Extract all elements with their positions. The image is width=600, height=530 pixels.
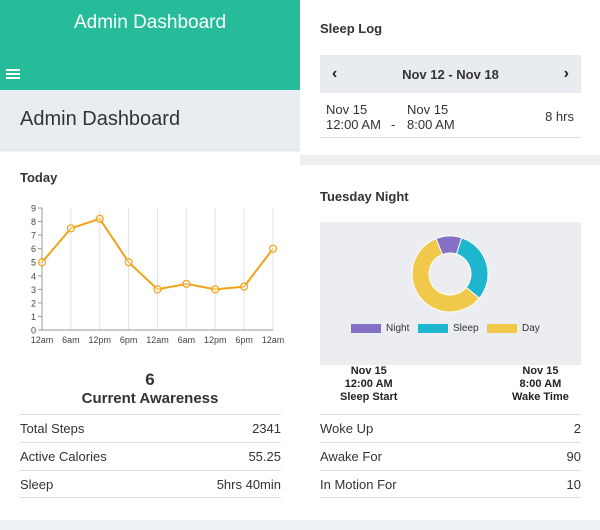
stat-label: Total Steps (20, 421, 85, 436)
awareness-label: Current Awareness (81, 390, 219, 407)
y-tick-label: 3 (31, 285, 36, 295)
legend-swatch (487, 323, 517, 333)
sleep-log-entry[interactable]: Nov 15 12:00 AM - Nov 15 8:00 AM 8 hrs (320, 96, 581, 138)
week-navigator: ‹ Nov 12 - Nov 18 › (320, 55, 581, 93)
entry-start: Nov 15 12:00 AM (326, 102, 381, 132)
stat-row-in-motion-for: In Motion For 10 (320, 470, 581, 498)
today-card: Today 0 1 2 3 4 5 6 7 8 9 12am 6am 12pm 6pm 12am 6am 12p… (0, 152, 300, 520)
x-tick-label: 12pm (88, 335, 111, 345)
y-tick-label: 6 (31, 244, 36, 254)
x-tick-label: 12pm (204, 335, 227, 345)
y-tick-label: 7 (31, 231, 36, 241)
wake-date: Nov 15 (522, 365, 559, 377)
legend-swatch (418, 323, 448, 333)
stat-label: Woke Up (320, 421, 374, 436)
x-tick-label: 6pm (235, 335, 253, 345)
y-tick-label: 5 (31, 258, 36, 268)
legend-day[interactable]: Day (487, 323, 540, 334)
today-title: Today (20, 170, 58, 185)
y-tick-label: 4 (31, 271, 36, 281)
data-point (37, 258, 47, 267)
awareness-value: 6 (145, 370, 155, 389)
menu-icon[interactable] (6, 69, 20, 80)
y-tick-label: 9 (31, 204, 36, 214)
tuesday-title: Tuesday Night (320, 189, 409, 204)
data-point (153, 285, 162, 294)
stat-value: 90 (566, 449, 581, 464)
stat-row-active-calories: Active Calories 55.25 (20, 442, 281, 470)
data-point (182, 279, 191, 289)
x-tick-label: 12am (262, 335, 285, 345)
sleep-donut-panel: Night Sleep Day (320, 222, 581, 365)
stat-value: 2341 (252, 421, 281, 436)
week-range: Nov 12 - Nov 18 (402, 67, 499, 82)
y-tick-label: 8 (31, 217, 36, 227)
x-tick-label: 12am (31, 335, 54, 345)
y-tick-label: 1 (31, 312, 36, 322)
legend-sleep[interactable]: Sleep (418, 323, 479, 334)
donut-slice-sleep[interactable] (455, 237, 489, 299)
entry-start-time: 12:00 AM (326, 117, 381, 132)
y-tick-label: 0 (31, 326, 36, 336)
sleep-log-title: Sleep Log (320, 21, 383, 36)
awareness-line-chart: 0 1 2 3 4 5 6 7 8 9 12am 6am 12pm 6pm 12am 6am 12pm 6pm 12… (31, 204, 285, 346)
data-point (268, 244, 278, 253)
stat-label: Awake For (320, 449, 382, 464)
x-tick-label: 6am (178, 335, 196, 345)
stat-value: 2 (573, 421, 581, 436)
legend-swatch (351, 323, 381, 333)
stat-value: 55.25 (248, 449, 281, 464)
y-tick-label: 2 (31, 298, 36, 308)
data-point (240, 282, 249, 291)
stat-label: Sleep (20, 477, 54, 492)
entry-end: Nov 15 8:00 AM (407, 102, 455, 132)
app-title: Admin Dashboard (73, 12, 227, 33)
sleep-donut-chart (411, 235, 489, 313)
stat-row-total-steps: Total Steps 2341 (20, 414, 281, 442)
data-point (66, 224, 75, 233)
entry-separator: - (391, 117, 396, 132)
legend-label: Night (386, 323, 410, 334)
page-title: Admin Dashboard (20, 108, 181, 130)
wake-time-value: 8:00 AM (519, 378, 562, 390)
sleep-start: Nov 15 12:00 AM Sleep Start (340, 365, 397, 404)
entry-end-date: Nov 15 (407, 102, 449, 117)
legend-night[interactable]: Night (351, 323, 409, 334)
data-point (124, 258, 133, 267)
stat-label: Active Calories (20, 449, 107, 464)
data-point (211, 285, 220, 294)
left-column: Admin Dashboard Admin Dashboard Today 01… (0, 0, 300, 530)
wake-time: Nov 15 8:00 AM Wake Time (512, 365, 569, 404)
donut-legend: Night Sleep Day (320, 323, 581, 337)
stat-row-sleep: Sleep 5hrs 40min (20, 470, 281, 498)
x-tick-label: 6pm (120, 335, 138, 345)
sleep-start-time: 12:00 AM (344, 378, 393, 390)
tuesday-night-card: Tuesday Night Night Sleep Day Nov 15 12:… (300, 165, 600, 520)
app-header: Admin Dashboard (0, 0, 300, 90)
stat-value: 5hrs 40min (216, 477, 281, 492)
entry-end-time: 8:00 AM (407, 117, 455, 132)
entry-start-date: Nov 15 (326, 102, 368, 117)
data-point (95, 214, 104, 223)
stat-label: In Motion For (320, 477, 397, 492)
entry-duration: 8 hrs (545, 109, 574, 124)
sleep-log-card: Sleep Log ‹ Nov 12 - Nov 18 › Nov 15 12:… (300, 0, 600, 155)
legend-label: Day (522, 323, 540, 334)
chevron-right-icon[interactable]: › (564, 65, 569, 83)
stat-row-woke-up: Woke Up 2 (320, 414, 581, 442)
legend-label: Sleep (453, 323, 479, 334)
x-tick-label: 12am (146, 335, 169, 345)
stat-row-awake-for: Awake For 90 (320, 442, 581, 470)
sleep-start-label: Sleep Start (340, 391, 398, 403)
page-header: Admin Dashboard (0, 90, 300, 150)
sleep-start-date: Nov 15 (350, 365, 387, 377)
wake-time-label: Wake Time (512, 391, 569, 403)
stat-value: 10 (566, 477, 581, 492)
x-tick-label: 6am (62, 335, 80, 345)
